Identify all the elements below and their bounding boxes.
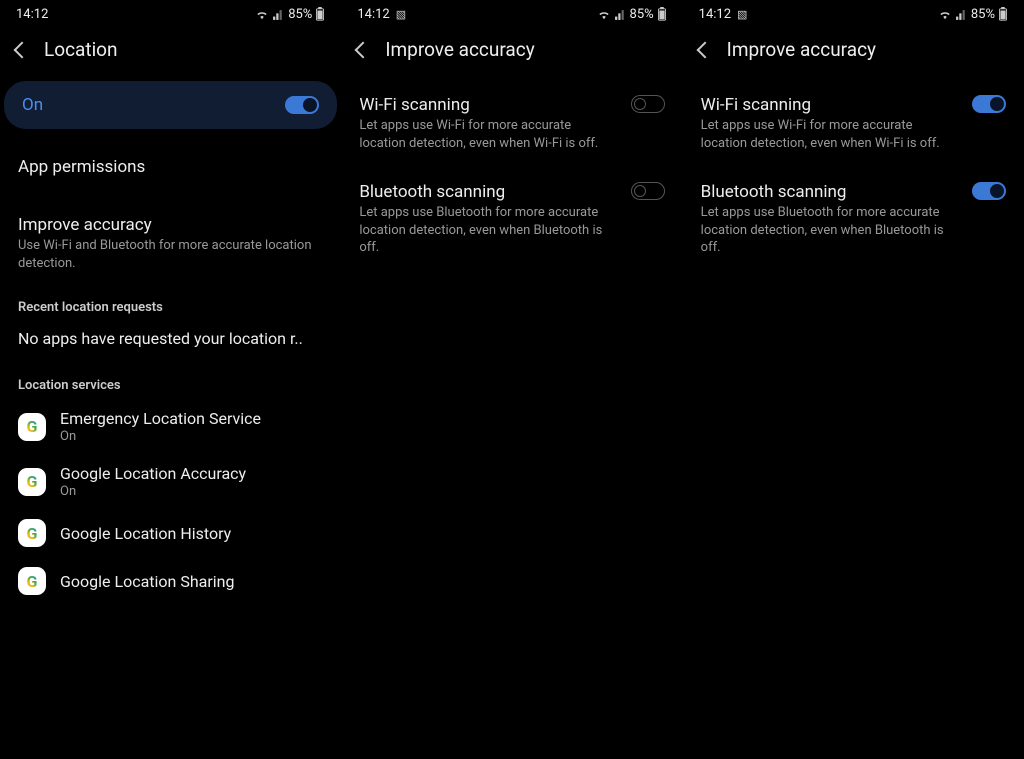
- app-permissions-row[interactable]: App permissions: [0, 135, 341, 201]
- page-title: Location: [44, 38, 118, 61]
- screenshot-icon: ▧: [737, 8, 747, 21]
- bluetooth-scanning-toggle[interactable]: [972, 182, 1006, 200]
- google-icon: G: [18, 468, 46, 496]
- no-apps-text: No apps have requested your location r..: [0, 321, 341, 364]
- master-toggle-label: On: [22, 95, 43, 115]
- wifi-scanning-toggle[interactable]: [972, 95, 1006, 113]
- page-title: Improve accuracy: [385, 38, 534, 61]
- status-time: 14:12: [357, 7, 389, 22]
- wifi-icon: [255, 7, 269, 21]
- header: Improve accuracy: [341, 28, 682, 75]
- bluetooth-scanning-toggle[interactable]: [631, 182, 665, 200]
- bluetooth-scanning-row[interactable]: Bluetooth scanning Let apps use Bluetoot…: [341, 164, 682, 269]
- header: Improve accuracy: [683, 28, 1024, 75]
- service-google-location-accuracy[interactable]: G Google Location Accuracy On: [0, 454, 341, 509]
- service-emergency-location[interactable]: G Emergency Location Service On: [0, 399, 341, 454]
- back-icon[interactable]: [14, 41, 31, 58]
- wifi-icon: [938, 7, 952, 21]
- location-master-toggle-row[interactable]: On: [4, 81, 337, 129]
- screen-location: 14:12 85% Location On App permissions Im…: [0, 0, 341, 759]
- status-time: 14:12: [699, 7, 731, 22]
- improve-accuracy-row[interactable]: Improve accuracy Use Wi-Fi and Bluetooth…: [0, 201, 341, 286]
- status-bar: 14:12 85%: [0, 0, 341, 28]
- wifi-scanning-row[interactable]: Wi-Fi scanning Let apps use Wi-Fi for mo…: [341, 75, 682, 164]
- service-google-location-history[interactable]: G Google Location History: [0, 509, 341, 557]
- status-bar: 14:12 ▧ 85%: [683, 0, 1024, 28]
- status-time: 14:12: [16, 7, 48, 22]
- status-bar: 14:12 ▧ 85%: [341, 0, 682, 28]
- google-icon: G: [18, 413, 46, 441]
- battery-icon: [315, 7, 325, 21]
- battery-pct: 85%: [288, 7, 312, 22]
- back-icon[interactable]: [355, 41, 372, 58]
- wifi-scanning-row[interactable]: Wi-Fi scanning Let apps use Wi-Fi for mo…: [683, 75, 1024, 164]
- google-icon: G: [18, 519, 46, 547]
- battery-icon: [998, 7, 1008, 21]
- location-services-label: Location services: [0, 364, 341, 399]
- battery-pct: 85%: [971, 7, 995, 22]
- signal-icon: [955, 8, 968, 21]
- location-toggle[interactable]: [285, 96, 319, 114]
- wifi-scanning-toggle[interactable]: [631, 95, 665, 113]
- battery-icon: [657, 7, 667, 21]
- back-icon[interactable]: [696, 41, 713, 58]
- signal-icon: [272, 8, 285, 21]
- recent-requests-label: Recent location requests: [0, 286, 341, 321]
- header: Location: [0, 28, 341, 75]
- wifi-icon: [597, 7, 611, 21]
- service-google-location-sharing[interactable]: G Google Location Sharing: [0, 557, 341, 605]
- screen-improve-accuracy-off: 14:12 ▧ 85% Improve accuracy Wi-Fi scann…: [341, 0, 682, 759]
- screenshot-icon: ▧: [396, 8, 406, 21]
- signal-icon: [614, 8, 627, 21]
- google-icon: G: [18, 567, 46, 595]
- battery-pct: 85%: [630, 7, 654, 22]
- page-title: Improve accuracy: [727, 38, 876, 61]
- bluetooth-scanning-row[interactable]: Bluetooth scanning Let apps use Bluetoot…: [683, 164, 1024, 269]
- screen-improve-accuracy-on: 14:12 ▧ 85% Improve accuracy Wi-Fi scann…: [683, 0, 1024, 759]
